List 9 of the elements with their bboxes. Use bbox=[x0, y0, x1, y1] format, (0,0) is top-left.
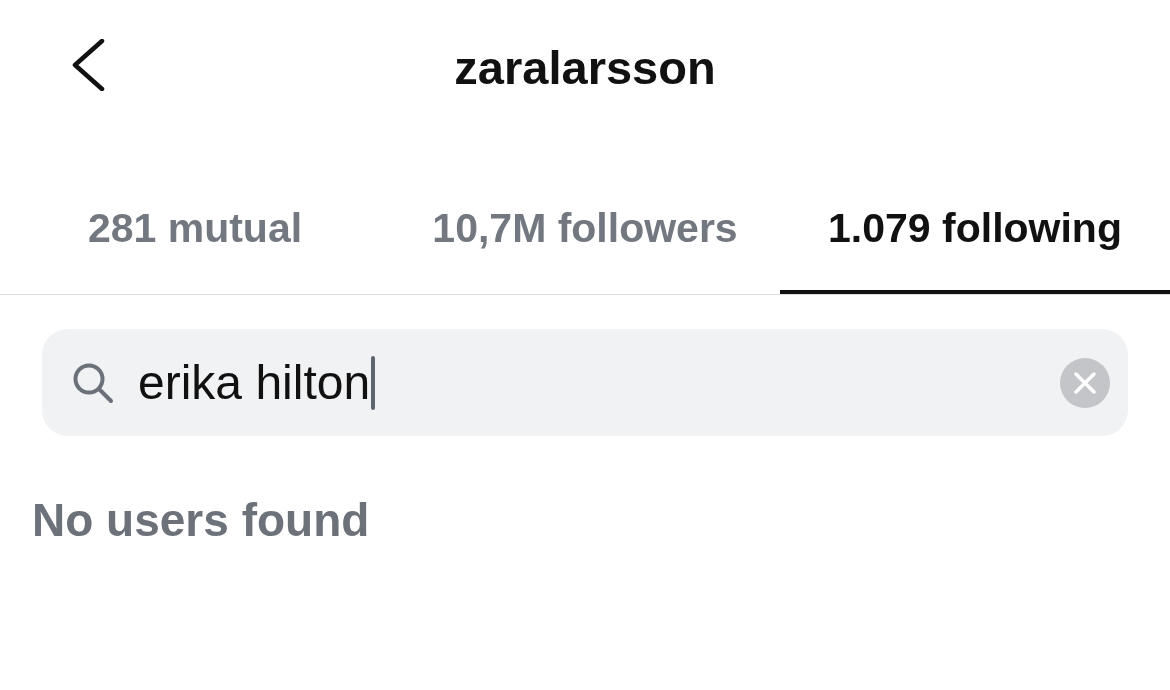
tab[interactable]: 10,7M followers bbox=[390, 170, 780, 294]
search-field[interactable]: erika hilton bbox=[42, 329, 1128, 436]
chevron-left-icon bbox=[71, 39, 105, 91]
tab[interactable]: 281 mutual bbox=[0, 170, 390, 294]
close-icon bbox=[1074, 371, 1096, 394]
empty-state-message: No users found bbox=[32, 493, 371, 548]
profile-title: zaralarsson bbox=[454, 40, 716, 96]
tab[interactable]: 1.079 following bbox=[780, 170, 1170, 294]
search-icon bbox=[72, 361, 114, 404]
